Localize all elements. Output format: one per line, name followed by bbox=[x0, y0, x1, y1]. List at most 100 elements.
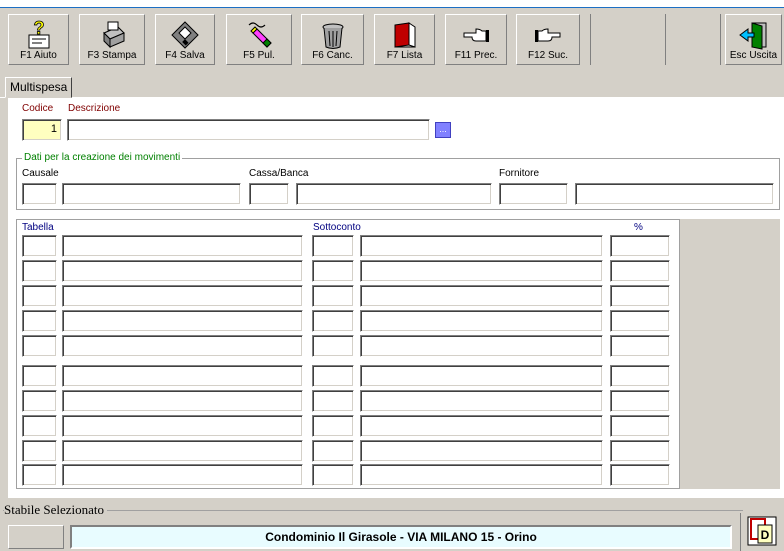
tabella-description-cell[interactable] bbox=[62, 390, 303, 412]
tabella-description-cell[interactable] bbox=[62, 415, 303, 437]
print-button[interactable]: F3 Stampa bbox=[79, 14, 145, 65]
previous-button[interactable]: F11 Prec. bbox=[445, 14, 507, 65]
percent-cell[interactable] bbox=[610, 260, 670, 282]
eraser-icon bbox=[248, 22, 272, 48]
clear-button[interactable]: F5 Pul. bbox=[226, 14, 292, 65]
sottoconto-code-cell[interactable] bbox=[312, 365, 354, 387]
tab-multispesa[interactable]: Multispesa bbox=[5, 77, 73, 98]
tabella-column-header: Tabella bbox=[22, 222, 54, 233]
exit-button[interactable]: Esc Uscita bbox=[725, 14, 782, 65]
sottoconto-code-cell[interactable] bbox=[312, 390, 354, 412]
percent-cell[interactable] bbox=[610, 310, 670, 332]
fornitore-label: Fornitore bbox=[499, 168, 540, 179]
tabella-code-cell[interactable] bbox=[22, 440, 57, 462]
cassa-banca-label: Cassa/Banca bbox=[249, 168, 309, 179]
percent-cell[interactable] bbox=[610, 365, 670, 387]
stabile-selezionato-label: Stabile Selezionato bbox=[4, 502, 108, 518]
printer-icon bbox=[103, 21, 125, 49]
book-list-icon bbox=[394, 22, 415, 48]
lookup-button[interactable]: ... bbox=[435, 122, 451, 138]
hand-left-icon bbox=[463, 28, 489, 42]
fornitore-description-field[interactable] bbox=[575, 183, 774, 205]
list-button-label: F7 Lista bbox=[386, 50, 423, 61]
sottoconto-description-cell[interactable] bbox=[360, 260, 603, 282]
movimenti-group-title: Dati per la creazione dei movimenti bbox=[22, 152, 183, 163]
next-button[interactable]: F12 Suc. bbox=[516, 14, 580, 65]
delete-button-label: F6 Canc. bbox=[312, 50, 353, 61]
codice-label: Codice bbox=[22, 103, 54, 114]
sottoconto-description-cell[interactable] bbox=[360, 440, 603, 462]
cassa-banca-description-field[interactable] bbox=[296, 183, 492, 205]
sottoconto-description-cell[interactable] bbox=[360, 235, 603, 257]
codice-field[interactable]: 1 bbox=[22, 119, 62, 141]
percent-cell[interactable] bbox=[610, 440, 670, 462]
percent-column-header: % bbox=[634, 222, 643, 233]
percent-cell[interactable] bbox=[610, 415, 670, 437]
sottoconto-description-cell[interactable] bbox=[360, 365, 603, 387]
tabella-description-cell[interactable] bbox=[62, 235, 303, 257]
help-icon: ? bbox=[28, 19, 49, 49]
percent-cell[interactable] bbox=[610, 335, 670, 357]
tabella-code-cell[interactable] bbox=[22, 335, 57, 357]
save-button[interactable]: F4 Salva bbox=[155, 14, 215, 65]
sottoconto-code-cell[interactable] bbox=[312, 464, 354, 486]
causale-description-field[interactable] bbox=[62, 183, 241, 205]
percent-cell[interactable] bbox=[610, 464, 670, 486]
sottoconto-description-cell[interactable] bbox=[360, 415, 603, 437]
trash-bin-icon bbox=[322, 23, 343, 49]
causale-label: Causale bbox=[22, 168, 59, 179]
tabella-code-cell[interactable] bbox=[22, 415, 57, 437]
exit-button-label: Esc Uscita bbox=[729, 50, 778, 61]
sottoconto-description-cell[interactable] bbox=[360, 285, 603, 307]
sottoconto-description-cell[interactable] bbox=[360, 464, 603, 486]
cassa-banca-code-field[interactable] bbox=[249, 183, 289, 205]
tabella-description-cell[interactable] bbox=[62, 365, 303, 387]
condominio-banner: Condominio Il Girasole - VIA MILANO 15 -… bbox=[70, 525, 732, 549]
tabella-description-cell[interactable] bbox=[62, 285, 303, 307]
status-divider bbox=[740, 513, 741, 551]
sottoconto-code-cell[interactable] bbox=[312, 335, 354, 357]
sottoconto-code-cell[interactable] bbox=[312, 415, 354, 437]
tabella-description-cell[interactable] bbox=[62, 335, 303, 357]
pdf-icon: D bbox=[747, 516, 777, 546]
tabella-code-cell[interactable] bbox=[22, 310, 57, 332]
descrizione-field[interactable] bbox=[67, 119, 430, 141]
svg-text:D: D bbox=[761, 528, 770, 542]
toolbar-divider bbox=[665, 14, 666, 65]
tabella-code-cell[interactable] bbox=[22, 365, 57, 387]
percent-cell[interactable] bbox=[610, 235, 670, 257]
list-button[interactable]: F7 Lista bbox=[374, 14, 435, 65]
toolbar-divider bbox=[590, 14, 591, 65]
next-button-label: F12 Suc. bbox=[527, 50, 569, 61]
sottoconto-description-cell[interactable] bbox=[360, 390, 603, 412]
delete-button[interactable]: F6 Canc. bbox=[301, 14, 364, 65]
tabella-description-cell[interactable] bbox=[62, 464, 303, 486]
sottoconto-code-cell[interactable] bbox=[312, 440, 354, 462]
sottoconto-code-cell[interactable] bbox=[312, 285, 354, 307]
help-button[interactable]: ? F1 Aiuto bbox=[8, 14, 69, 65]
tabella-description-cell[interactable] bbox=[62, 260, 303, 282]
pdf-button[interactable]: D bbox=[746, 515, 778, 547]
tabella-code-cell[interactable] bbox=[22, 464, 57, 486]
percent-cell[interactable] bbox=[610, 390, 670, 412]
sottoconto-description-cell[interactable] bbox=[360, 310, 603, 332]
sottoconto-code-cell[interactable] bbox=[312, 310, 354, 332]
descrizione-label: Descrizione bbox=[68, 103, 121, 114]
tabella-description-cell[interactable] bbox=[62, 440, 303, 462]
sottoconto-code-cell[interactable] bbox=[312, 260, 354, 282]
tabella-code-cell[interactable] bbox=[22, 260, 57, 282]
tabella-code-cell[interactable] bbox=[22, 285, 57, 307]
exit-door-icon bbox=[738, 22, 766, 50]
stabile-code-cell bbox=[8, 525, 64, 549]
causale-code-field[interactable] bbox=[22, 183, 57, 205]
floppy-disk-icon bbox=[171, 21, 199, 49]
sottoconto-description-cell[interactable] bbox=[360, 335, 603, 357]
previous-button-label: F11 Prec. bbox=[454, 50, 498, 61]
percent-cell[interactable] bbox=[610, 285, 670, 307]
tabella-code-cell[interactable] bbox=[22, 390, 57, 412]
svg-text:?: ? bbox=[33, 19, 44, 38]
fornitore-code-field[interactable] bbox=[499, 183, 568, 205]
tabella-code-cell[interactable] bbox=[22, 235, 57, 257]
tabella-description-cell[interactable] bbox=[62, 310, 303, 332]
sottoconto-code-cell[interactable] bbox=[312, 235, 354, 257]
